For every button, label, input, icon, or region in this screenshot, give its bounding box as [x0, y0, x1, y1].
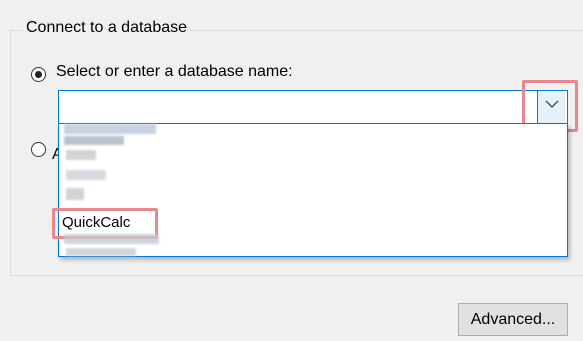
- group-title: Connect to a database: [23, 19, 191, 37]
- select-database-radio[interactable]: [31, 67, 46, 82]
- select-database-label[interactable]: Select or enter a database name:: [56, 63, 293, 81]
- blurred-list-item[interactable]: [64, 234, 159, 244]
- top-strip: [0, 0, 583, 10]
- blurred-list-item[interactable]: [64, 124, 156, 134]
- database-name-combo[interactable]: [58, 90, 568, 124]
- blurred-list-item[interactable]: [66, 170, 106, 180]
- blurred-list-item[interactable]: [66, 150, 96, 160]
- advanced-button[interactable]: Advanced...: [458, 303, 568, 336]
- blurred-list-item[interactable]: [66, 248, 136, 256]
- attach-database-radio[interactable]: [31, 142, 46, 157]
- blurred-list-item[interactable]: [64, 136, 124, 145]
- blurred-list-item[interactable]: [66, 188, 84, 200]
